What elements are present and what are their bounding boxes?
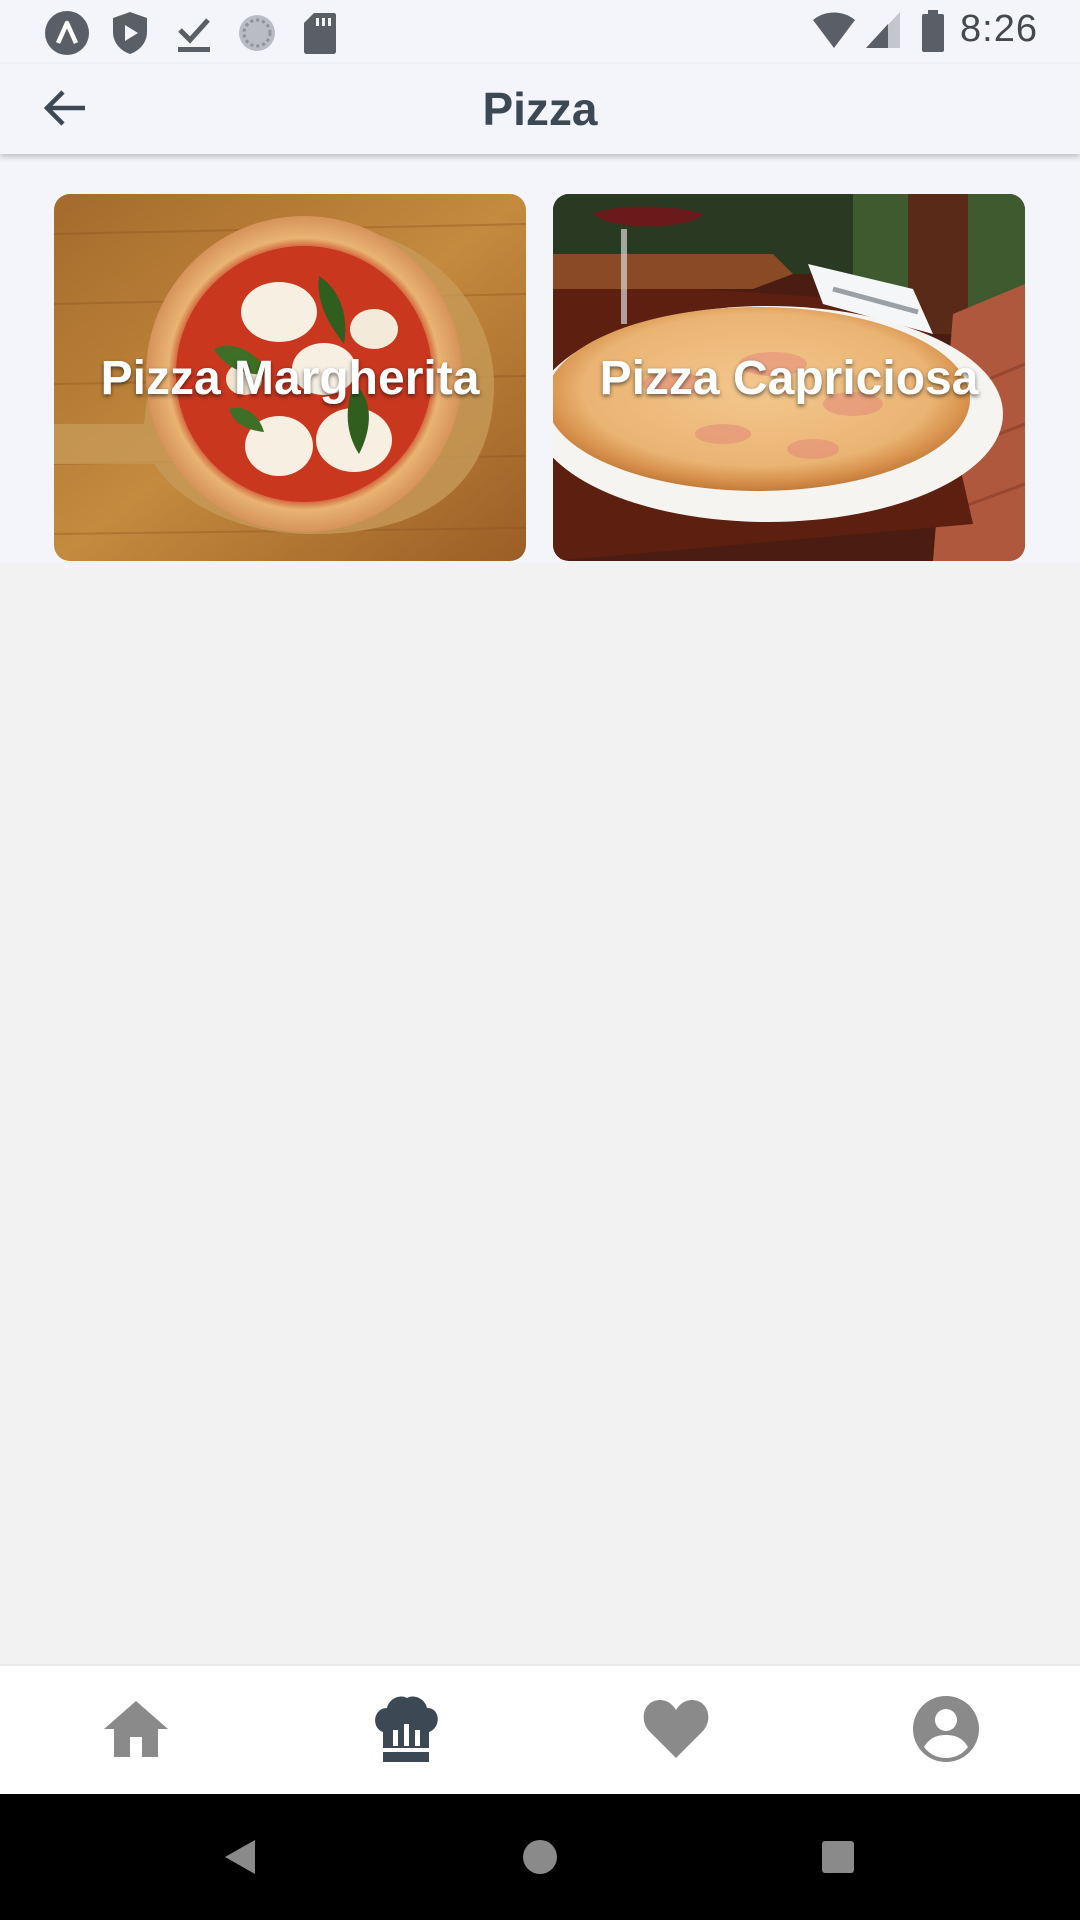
card-title: Pizza Capriciosa — [599, 352, 979, 405]
bottom-navigation — [0, 1664, 1080, 1796]
recipe-card-pizza-capriciosa[interactable]: Pizza Capriciosa — [553, 194, 1025, 561]
nav-recipes[interactable] — [361, 1686, 451, 1776]
category-grid: Pizza Margherita Pizza Capriciosa — [0, 154, 1080, 562]
home-icon — [102, 1699, 170, 1764]
home-circle-icon — [522, 1839, 558, 1880]
status-time: 8:26 — [960, 8, 1038, 50]
system-navigation-bar — [0, 1794, 1080, 1920]
sync-circle-icon — [236, 10, 278, 61]
battery-icon — [920, 10, 946, 57]
chef-hat-icon — [373, 1694, 439, 1769]
system-back-button[interactable] — [205, 1824, 275, 1894]
back-triangle-icon — [223, 1838, 257, 1881]
nav-profile[interactable] — [901, 1686, 991, 1776]
system-home-button[interactable] — [505, 1824, 575, 1894]
heart-icon — [642, 1698, 710, 1765]
recents-square-icon — [821, 1840, 855, 1879]
download-done-icon — [174, 10, 214, 61]
status-bar: 8:26 — [0, 0, 1080, 64]
system-recents-button[interactable] — [803, 1824, 873, 1894]
wifi-icon — [812, 10, 856, 55]
nav-home[interactable] — [91, 1686, 181, 1776]
recipe-card-pizza-margherita[interactable]: Pizza Margherita — [54, 194, 526, 561]
launcher-a-icon — [44, 10, 90, 61]
sd-card-icon — [302, 10, 338, 61]
card-title: Pizza Margherita — [100, 352, 480, 405]
shield-play-icon — [110, 10, 150, 61]
nav-favorites[interactable] — [631, 1686, 721, 1776]
cellular-signal-icon — [864, 10, 902, 55]
page-title: Pizza — [482, 83, 598, 135]
account-icon — [912, 1695, 980, 1768]
app-bar: Pizza — [0, 64, 1080, 154]
